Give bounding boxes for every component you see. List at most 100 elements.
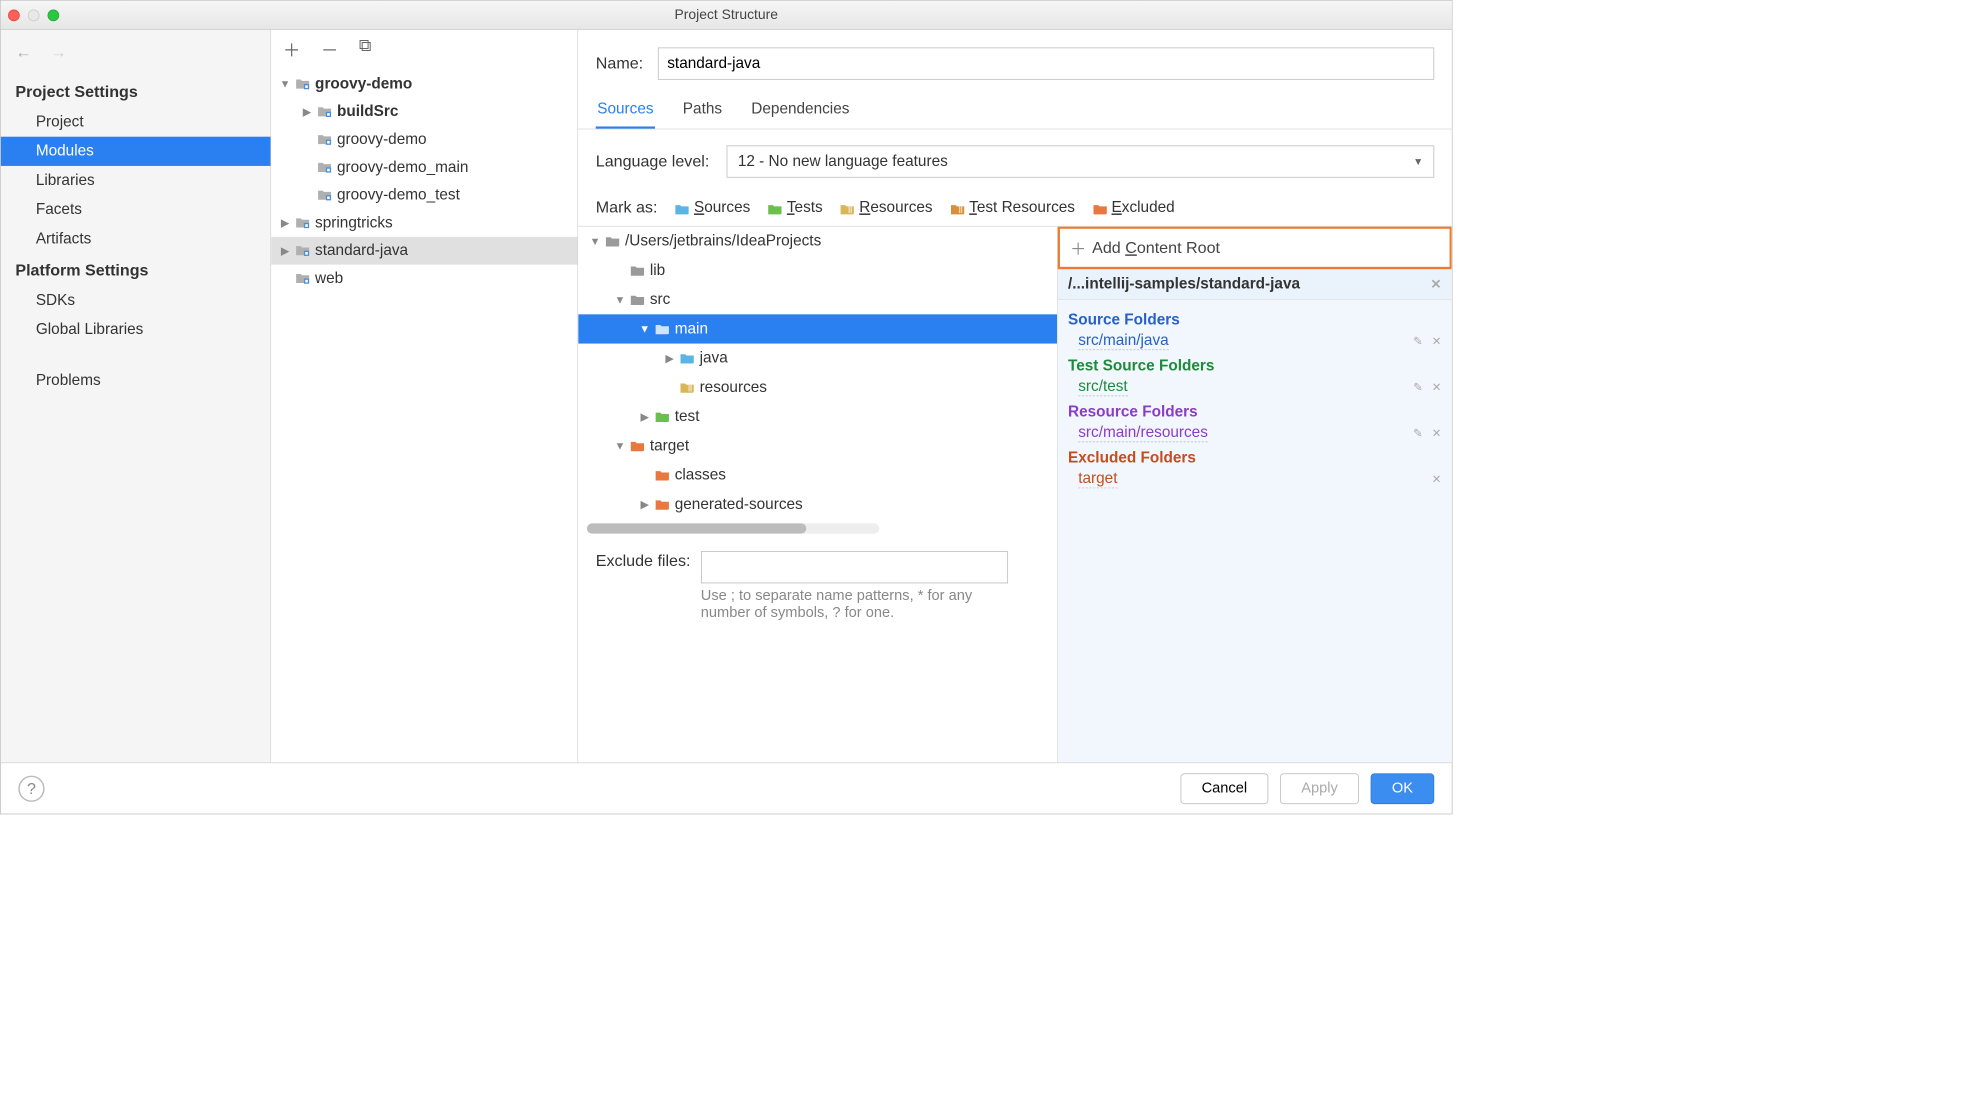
ok-button[interactable]: OK (1371, 773, 1435, 804)
tree-twisty-icon[interactable]: ▼ (279, 78, 292, 90)
folder-tree-row[interactable]: classes (578, 461, 1057, 490)
sidebar-item-libraries[interactable]: Libraries (1, 166, 271, 195)
module-label: web (315, 270, 343, 288)
module-tree-row[interactable]: groovy-demo_test (271, 181, 577, 209)
module-tree-row[interactable]: ▶ standard-java (271, 237, 577, 265)
module-tree-row[interactable]: web (271, 265, 577, 293)
sidebar-item-artifacts[interactable]: Artifacts (1, 224, 271, 253)
folder-label: classes (675, 466, 726, 484)
cancel-button[interactable]: Cancel (1180, 773, 1268, 804)
remove-folder-icon[interactable]: ✕ (1432, 334, 1442, 349)
folder-tree-row[interactable]: ▶ java (578, 344, 1057, 373)
module-label: standard-java (315, 242, 408, 260)
folder-group-item[interactable]: target✕ (1068, 469, 1442, 490)
tree-twisty-icon[interactable]: ▼ (588, 235, 601, 247)
tree-twisty-icon[interactable]: ▶ (279, 216, 292, 229)
add-content-root-button[interactable]: ＋ Add Content Root (1058, 227, 1452, 269)
folder-tree-row[interactable]: ▼ src (578, 285, 1057, 314)
mark-as-sources[interactable]: Sources (675, 199, 750, 217)
mark-as-tests[interactable]: Tests (768, 199, 823, 217)
apply-button[interactable]: Apply (1280, 773, 1359, 804)
mark-as-resources[interactable]: Resources (840, 199, 932, 217)
module-tabs: Sources Paths Dependencies (578, 87, 1452, 129)
folder-tree-row[interactable]: ▼ target (578, 431, 1057, 460)
module-icon (295, 216, 311, 229)
tree-twisty-icon[interactable]: ▼ (613, 293, 626, 305)
sidebar-item-problems[interactable]: Problems (1, 366, 271, 395)
sidebar-item-modules[interactable]: Modules (1, 137, 271, 166)
content-root-tree[interactable]: ▼ /Users/jetbrains/IdeaProjects lib ▼ src… (578, 227, 1057, 519)
folder-label: main (675, 320, 708, 338)
folder-icon (950, 202, 965, 214)
folder-icon (679, 381, 695, 394)
remove-content-root-icon[interactable]: ✕ (1430, 277, 1441, 292)
sidebar-item-facets[interactable]: Facets (1, 195, 271, 224)
folder-tree-row[interactable]: ▶ test (578, 402, 1057, 431)
tab-paths[interactable]: Paths (681, 97, 723, 128)
sidebar-item-sdks[interactable]: SDKs (1, 286, 271, 315)
modules-toolbar: ＋ － ⧉ (271, 30, 577, 67)
folder-path: src/main/resources (1078, 424, 1208, 442)
remove-folder-icon[interactable]: ✕ (1432, 472, 1442, 487)
folder-tree-row[interactable]: lib (578, 256, 1057, 285)
tree-twisty-icon[interactable]: ▶ (638, 410, 651, 423)
edit-folder-icon[interactable]: ✎ (1413, 380, 1423, 395)
tree-twisty-icon[interactable]: ▼ (638, 323, 651, 335)
module-icon (295, 77, 311, 90)
folder-label: src (650, 291, 670, 309)
sidebar-item-global-libraries[interactable]: Global Libraries (1, 315, 271, 344)
folder-group-item[interactable]: src/main/java ✎ ✕ (1068, 330, 1442, 351)
folder-group-item[interactable]: src/test✎✕ (1068, 376, 1442, 397)
module-name-input[interactable] (658, 48, 1434, 80)
add-module-icon[interactable]: ＋ (283, 36, 301, 62)
name-label: Name: (596, 54, 643, 73)
nav-forward-icon[interactable]: → (50, 43, 66, 62)
folder-label: lib (650, 262, 665, 280)
folder-label: java (700, 349, 728, 367)
exclude-files-input[interactable] (701, 551, 1008, 583)
tree-twisty-icon[interactable]: ▶ (638, 498, 651, 511)
module-tree-row[interactable]: groovy-demo (271, 126, 577, 154)
tab-dependencies[interactable]: Dependencies (750, 97, 851, 128)
settings-sidebar: ← → Project SettingsProjectModulesLibrar… (1, 30, 271, 762)
remove-folder-icon[interactable]: ✕ (1432, 426, 1442, 441)
folder-path: src/main/java (1078, 332, 1168, 350)
module-icon (295, 244, 311, 257)
mark-as-test-resources[interactable]: Test Resources (950, 199, 1075, 217)
remove-module-icon[interactable]: － (321, 36, 339, 62)
help-icon[interactable]: ? (18, 775, 44, 801)
module-tree-row[interactable]: ▼ groovy-demo (271, 70, 577, 98)
language-level-select[interactable]: 12 - No new language features ▼ (727, 145, 1434, 177)
tab-sources[interactable]: Sources (596, 97, 655, 128)
remove-folder-icon[interactable]: ✕ (1432, 380, 1442, 395)
tree-twisty-icon[interactable]: ▶ (663, 352, 676, 365)
nav-back-icon[interactable]: ← (15, 43, 31, 62)
tree-twisty-icon[interactable]: ▶ (300, 105, 313, 118)
tree-twisty-icon[interactable]: ▼ (613, 440, 626, 452)
folder-tree-row[interactable]: resources (578, 373, 1057, 402)
module-tree-row[interactable]: ▶ springtricks (271, 209, 577, 237)
folder-label: test (675, 408, 700, 426)
content-roots-panel: ＋ Add Content Root /...intellij-samples/… (1057, 227, 1452, 763)
folder-icon (654, 322, 670, 335)
module-tree-row[interactable]: groovy-demo_main (271, 154, 577, 182)
titlebar: Project Structure (1, 1, 1452, 30)
folder-label: /Users/jetbrains/IdeaProjects (625, 232, 821, 250)
module-icon (317, 161, 333, 174)
sidebar-item-project[interactable]: Project (1, 107, 271, 136)
folder-tree-row[interactable]: ▼ /Users/jetbrains/IdeaProjects (578, 227, 1057, 256)
horizontal-scrollbar[interactable] (587, 523, 879, 533)
modules-tree[interactable]: ▼ groovy-demo▶ buildSrc groovy-demo groo… (271, 67, 577, 295)
module-tree-row[interactable]: ▶ buildSrc (271, 98, 577, 126)
nav-history: ← → (1, 37, 271, 75)
mark-as-excluded[interactable]: Excluded (1093, 199, 1175, 217)
content-root-header[interactable]: /...intellij-samples/standard-java ✕ (1058, 269, 1452, 300)
edit-folder-icon[interactable]: ✎ (1413, 334, 1423, 349)
edit-folder-icon[interactable]: ✎ (1413, 426, 1423, 441)
copy-module-icon[interactable]: ⧉ (359, 36, 372, 62)
tree-twisty-icon[interactable]: ▶ (279, 244, 292, 257)
folder-tree-row[interactable]: ▼ main (578, 314, 1057, 343)
folder-group-item[interactable]: src/main/resources ✎ ✕ (1068, 423, 1442, 444)
folder-tree-row[interactable]: ▶ generated-sources (578, 490, 1057, 519)
module-label: groovy-demo_test (337, 186, 460, 204)
